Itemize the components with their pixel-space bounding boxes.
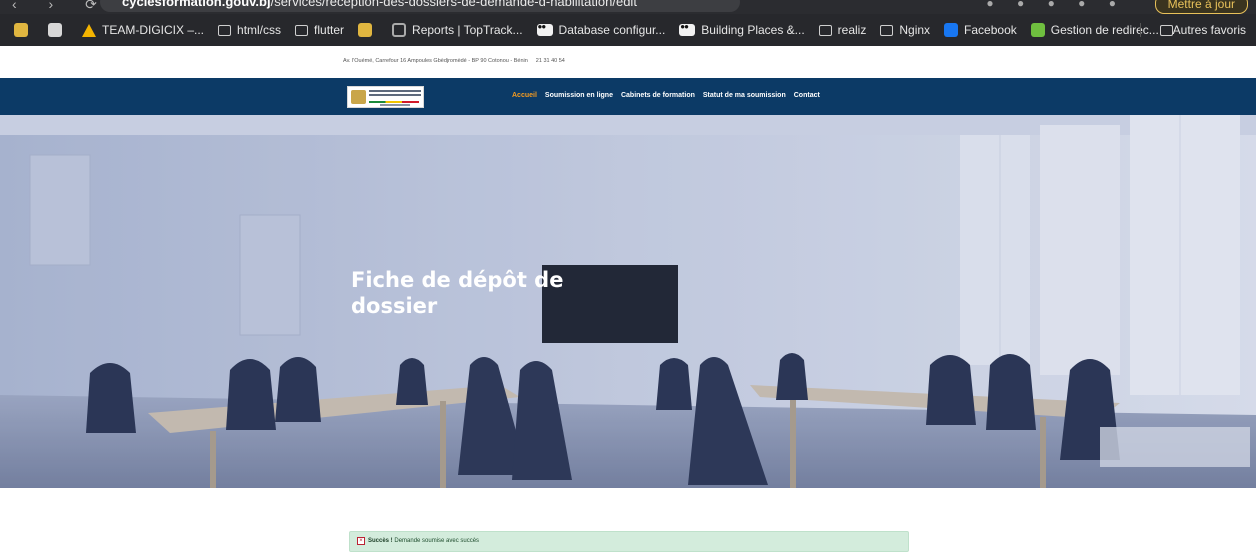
medium-icon [679,22,696,36]
folder-icon [818,24,832,36]
hero-banner: Fiche de dépôt de dossier [0,115,1256,488]
bookmark-label: Reports | TopTrack... [412,23,523,37]
extension-icons[interactable]: ● ● ● ● ● [986,0,1126,10]
bookmark-label: Facebook [964,23,1017,37]
facebook-icon [944,23,959,37]
bookmark-database[interactable]: Database configur... [536,22,666,37]
contact-info: Av. l'Ouémé, Carrefour 16 Ampoules Gbèdj… [343,58,565,64]
medium-icon [536,22,553,36]
bookmark-reports[interactable]: Reports | TopTrack... [392,23,523,37]
bookmark-label: flutter [314,23,345,37]
address-bar[interactable]: cyclesformation.gouv.bj/services/recepti… [100,0,740,12]
folder-icon [880,24,894,36]
logo-subtext [380,104,410,106]
drive-icon [82,23,96,37]
update-browser-button[interactable]: Mettre à jour [1154,0,1248,14]
main-navbar: Accueil Soumission en ligne Cabinets de … [0,78,1256,115]
folder-icon [218,24,232,36]
bookmark-label: html/css [237,23,282,37]
bookmark-label: Database configur... [558,23,666,37]
bookmark-realiz[interactable]: realiz [818,23,867,37]
nav-menu: Accueil Soumission en ligne Cabinets de … [512,92,828,99]
alert-title: Succès ! [368,538,393,544]
bookmark-flutter[interactable]: flutter [295,23,344,37]
emblem-icon [358,23,373,37]
bookmark-label: Nginx [899,23,931,37]
nav-item-cabinets[interactable]: Cabinets de formation [621,92,695,99]
bookmark-facebook[interactable]: Facebook [944,23,1017,37]
other-bookmarks-label: Autres favoris [1172,23,1246,37]
nav-item-accueil[interactable]: Accueil [512,92,537,99]
bookmark-team-digicix[interactable]: TEAM-DIGICIX –... [82,23,204,37]
flag-stripe [369,101,419,103]
bookmark-emblem[interactable] [14,23,34,37]
bookmarks-bar: TEAM-DIGICIX –... html/css flutter Repor… [0,14,1256,46]
hero-background-image [0,115,1256,488]
bookmark-label: realiz [837,23,867,37]
bookmark-nginx[interactable]: Nginx [880,23,930,37]
address-path: /services/reception-des-dossiers-de-dema… [270,0,637,9]
contact-phone: 21 31 40 54 [535,58,565,64]
bookmark-emblem-2[interactable] [358,23,378,37]
nav-item-contact[interactable]: Contact [794,92,820,99]
other-bookmarks[interactable]: Autres favoris [1159,14,1246,46]
nav-item-statut[interactable]: Statut de ma soumission [703,92,786,99]
bookmark-label: TEAM-DIGICIX –... [102,23,205,37]
success-alert: × Succès ! Demande soumise avec succès [349,531,909,552]
contact-address: Av. l'Ouémé, Carrefour 16 Ampoules Gbèdj… [343,58,528,64]
alert-message: Demande soumise avec succès [392,538,480,544]
bookmark-label: Gestion de redirec... [1050,23,1159,37]
globe-icon [48,23,62,37]
page-title: Fiche de dépôt de dossier [351,268,564,318]
emblem-icon [14,23,28,37]
circle-icon [392,23,407,37]
green-icon [1030,23,1045,37]
close-icon[interactable]: × [357,537,365,545]
site-topbar: Av. l'Ouémé, Carrefour 16 Ampoules Gbèdj… [0,46,1256,78]
bookmark-building[interactable]: Building Places &... [679,22,805,37]
bookmark-label: Building Places &... [701,23,805,37]
bookmark-globe[interactable] [48,23,68,37]
folder-icon [295,24,309,36]
logo-text [369,90,421,98]
browser-toolbar: ‹ › ⟳ cyclesformation.gouv.bj/services/r… [0,0,1256,14]
site-logo[interactable] [347,86,424,108]
address-host: cyclesformation.gouv.bj [122,0,271,9]
coat-of-arms-icon [351,90,366,104]
bookmark-html-css[interactable]: html/css [218,23,281,37]
folder-icon [1159,24,1173,36]
nav-item-soumission[interactable]: Soumission en ligne [545,92,613,99]
browser-nav-buttons[interactable]: ‹ › ⟳ [12,0,111,13]
bookmarks-separator [1140,23,1141,37]
